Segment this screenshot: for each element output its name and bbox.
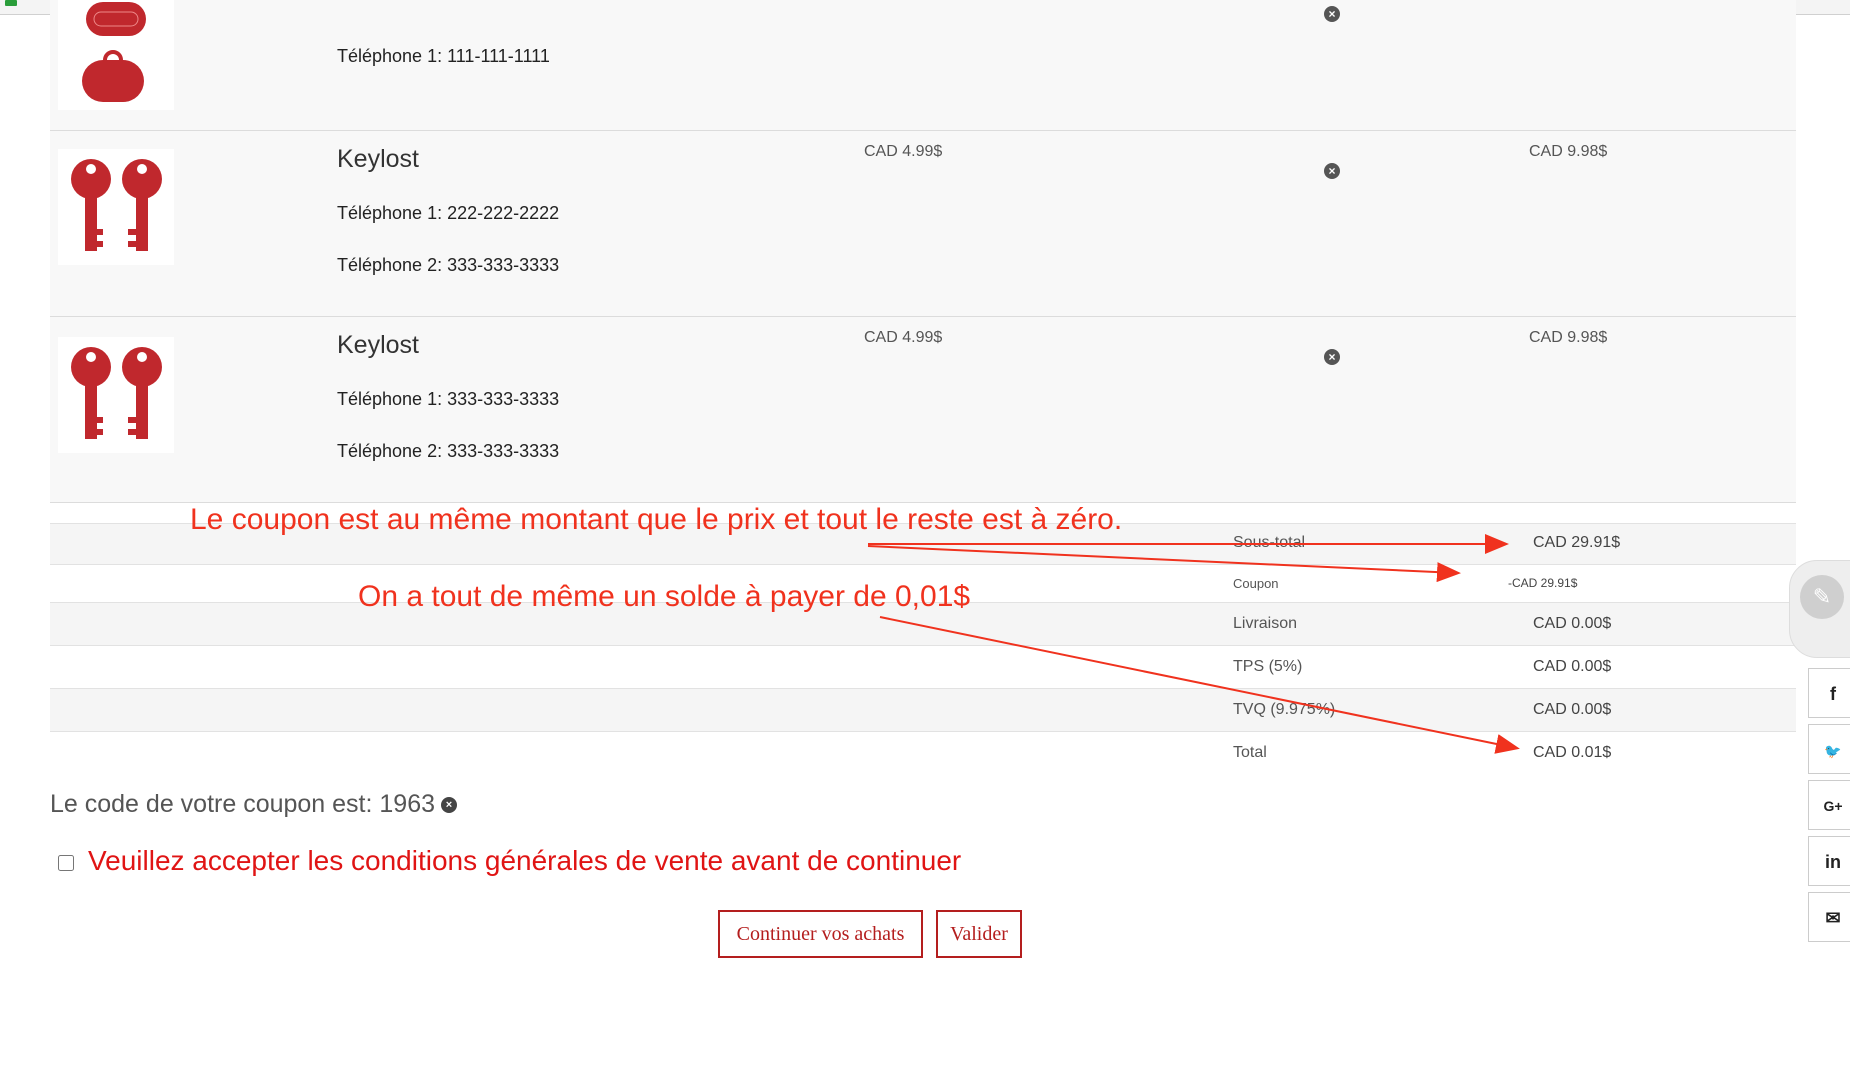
twitter-share-button[interactable]: 🐦 xyxy=(1808,724,1850,774)
arrow-line xyxy=(867,545,1461,583)
arrow-line xyxy=(879,616,1520,754)
terms-label: Veuillez accepter les conditions général… xyxy=(88,845,962,876)
googleplus-share-button[interactable]: G+ xyxy=(1808,780,1850,830)
twitter-icon: 🐦 xyxy=(1824,743,1842,759)
coupon-code-label: Le code de votre coupon est: 1963 xyxy=(50,790,436,818)
continue-shopping-button[interactable]: Continuer vos achats xyxy=(718,910,923,958)
email-share-button[interactable]: ✉ xyxy=(1808,892,1850,942)
pencil-icon: ✎ xyxy=(1800,575,1844,619)
terms-line: Veuillez accepter les conditions général… xyxy=(58,845,961,877)
remove-coupon-icon[interactable]: × xyxy=(441,797,458,814)
googleplus-icon: G+ xyxy=(1823,798,1843,814)
linkedin-icon: in xyxy=(1825,852,1841,872)
email-icon: ✉ xyxy=(1825,908,1841,928)
edit-widget[interactable]: ✎ xyxy=(1789,560,1850,658)
facebook-share-button[interactable]: f xyxy=(1808,668,1850,718)
annotation-arrows xyxy=(867,534,1520,754)
linkedin-share-button[interactable]: in xyxy=(1808,836,1850,886)
validate-button[interactable]: Valider xyxy=(936,910,1022,958)
facebook-icon: f xyxy=(1830,684,1836,704)
terms-checkbox[interactable] xyxy=(58,854,74,871)
coupon-code: Le code de votre coupon est: 1963 × xyxy=(50,790,458,819)
